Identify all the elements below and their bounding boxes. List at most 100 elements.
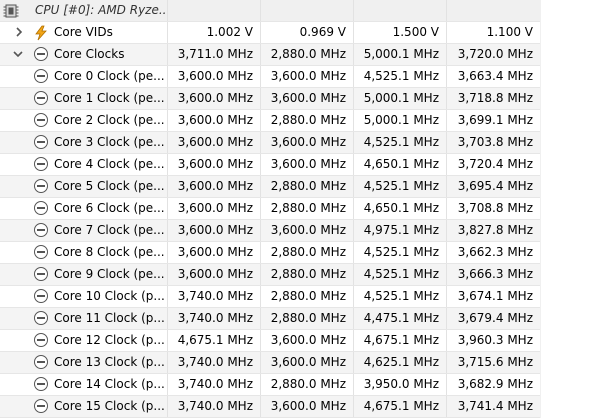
sensor-row-core-clock[interactable]: Core 15 Clock (p... 3,740.0 MHz 3,600.0 MH…: [0, 396, 540, 418]
group-header-row[interactable]: CPU [#0]: AMD Ryze...: [0, 0, 540, 22]
group-header-label: CPU [#0]: AMD Ryze...: [35, 3, 168, 17]
current-value: 3,740.0 MHz: [168, 286, 261, 307]
avg-value: 3,708.8 MHz: [457, 201, 533, 215]
sensor-row-core-clock[interactable]: Core 11 Clock (p... 3,740.0 MHz 2,880.0 MH…: [0, 308, 540, 330]
current-value: 3,600.0 MHz: [168, 220, 261, 241]
max-value: 5,000.1 MHz: [354, 110, 447, 131]
sensor-label: Core 12 Clock (p...: [54, 333, 165, 347]
sensor-row-core-clock[interactable]: Core 6 Clock (pe... 3,600.0 MHz 2,880.0 MH…: [0, 198, 540, 220]
sensor-label: Core Clocks: [54, 47, 125, 61]
avg-value: 3,674.1 MHz: [457, 289, 533, 303]
current-value: 3,740.0 MHz: [168, 374, 261, 395]
clock-icon: [34, 311, 48, 325]
sensor-row-core-clock[interactable]: Core 13 Clock (p... 3,740.0 MHz 3,600.0 MH…: [0, 352, 540, 374]
sensor-row-core-vids[interactable]: Core VIDs 1.002 V 0.969 V 1.500 V 1.100 …: [0, 22, 540, 44]
sensor-label: Core VIDs: [54, 25, 113, 39]
avg-value: 3,720.4 MHz: [457, 157, 533, 171]
voltage-icon: [35, 25, 47, 41]
sensor-label: Core 11 Clock (p...: [54, 311, 165, 325]
max-value: 5,000.1 MHz: [354, 88, 447, 109]
avg-value: 3,695.4 MHz: [457, 179, 533, 193]
sensor-name-cell: Core 0 Clock (pe...: [0, 66, 168, 87]
max-value: 4,650.1 MHz: [354, 198, 447, 219]
avg-value: 1.100 V: [486, 25, 533, 39]
cpu-chip-icon: [3, 4, 19, 18]
core-clock-rows: Core 0 Clock (pe... 3,600.0 MHz 3,600.0 MH…: [0, 66, 540, 418]
avg-value: 3,827.8 MHz: [457, 223, 533, 237]
sensor-name-cell: Core 9 Clock (pe...: [0, 264, 168, 285]
min-value: 2,880.0 MHz: [261, 176, 354, 197]
sensor-label: Core 4 Clock (pe...: [54, 157, 165, 171]
sensor-label: Core 9 Clock (pe...: [54, 267, 165, 281]
min-value: 2,880.0 MHz: [261, 374, 354, 395]
min-value: 2,880.0 MHz: [261, 44, 354, 65]
sensor-row-core-clock[interactable]: Core 0 Clock (pe... 3,600.0 MHz 3,600.0 MH…: [0, 66, 540, 88]
avg-value: 3,666.3 MHz: [457, 267, 533, 281]
sensor-label: Core 7 Clock (pe...: [54, 223, 165, 237]
clock-icon: [34, 223, 48, 237]
max-value: 4,525.1 MHz: [354, 176, 447, 197]
sensor-row-core-clock[interactable]: Core 12 Clock (p... 4,675.1 MHz 3,600.0 MH…: [0, 330, 540, 352]
avg-value: 3,679.4 MHz: [457, 311, 533, 325]
sensor-name-cell: Core 15 Clock (p...: [0, 396, 168, 417]
sensor-name-cell: Core 11 Clock (p...: [0, 308, 168, 329]
clock-icon: [34, 245, 48, 259]
max-value: 1.500 V: [354, 22, 447, 43]
min-value: 0.969 V: [261, 22, 354, 43]
clock-icon: [34, 113, 48, 127]
min-value: 2,880.0 MHz: [261, 308, 354, 329]
max-value: 4,975.1 MHz: [354, 220, 447, 241]
clock-icon: [34, 91, 48, 105]
current-value: 3,711.0 MHz: [168, 44, 261, 65]
sensor-name-cell: Core 4 Clock (pe...: [0, 154, 168, 175]
avg-value: 3,703.8 MHz: [457, 135, 533, 149]
max-value: 5,000.1 MHz: [354, 44, 447, 65]
avg-value: 3,662.3 MHz: [457, 245, 533, 259]
sensor-label: Core 0 Clock (pe...: [54, 69, 165, 83]
min-value: 3,600.0 MHz: [261, 66, 354, 87]
sensor-label: Core 8 Clock (pe...: [54, 245, 165, 259]
sensor-row-core-clocks[interactable]: Core Clocks 3,711.0 MHz 2,880.0 MHz 5,00…: [0, 44, 540, 66]
current-value: 3,740.0 MHz: [168, 396, 261, 417]
sensor-row-core-clock[interactable]: Core 9 Clock (pe... 3,600.0 MHz 2,880.0 MH…: [0, 264, 540, 286]
max-value: 4,625.1 MHz: [354, 352, 447, 373]
current-value: 3,740.0 MHz: [168, 352, 261, 373]
current-value: 1.002 V: [168, 22, 261, 43]
sensor-row-core-clock[interactable]: Core 7 Clock (pe... 3,600.0 MHz 3,600.0 MH…: [0, 220, 540, 242]
min-value: 3,600.0 MHz: [261, 88, 354, 109]
sensor-row-core-clock[interactable]: Core 5 Clock (pe... 3,600.0 MHz 2,880.0 MH…: [0, 176, 540, 198]
sensor-label: Core 10 Clock (p...: [54, 289, 165, 303]
current-value: 3,600.0 MHz: [168, 154, 261, 175]
sensor-row-core-clock[interactable]: Core 2 Clock (pe... 3,600.0 MHz 2,880.0 MH…: [0, 110, 540, 132]
sensor-label: Core 13 Clock (p...: [54, 355, 165, 369]
chevron-right-icon[interactable]: [14, 27, 24, 37]
max-value: 4,475.1 MHz: [354, 308, 447, 329]
current-value: 4,675.1 MHz: [168, 330, 261, 351]
min-value: 2,880.0 MHz: [261, 286, 354, 307]
chevron-down-icon[interactable]: [13, 49, 23, 59]
min-value: 3,600.0 MHz: [261, 154, 354, 175]
sensor-row-core-clock[interactable]: Core 14 Clock (p... 3,740.0 MHz 2,880.0 MH…: [0, 374, 540, 396]
sensor-name-cell: Core 12 Clock (p...: [0, 330, 168, 351]
max-value: 4,675.1 MHz: [354, 330, 447, 351]
current-value-cell: [168, 0, 261, 21]
min-value: 2,880.0 MHz: [261, 242, 354, 263]
sensor-label: Core 5 Clock (pe...: [54, 179, 165, 193]
clock-icon: [34, 267, 48, 281]
avg-value-cell: [447, 0, 540, 21]
sensor-label: Core 6 Clock (pe...: [54, 201, 165, 215]
min-value-cell: [261, 0, 354, 21]
sensor-name-cell: Core 8 Clock (pe...: [0, 242, 168, 263]
sensor-row-core-clock[interactable]: Core 4 Clock (pe... 3,600.0 MHz 3,600.0 MH…: [0, 154, 540, 176]
sensor-name-cell: Core 1 Clock (pe...: [0, 88, 168, 109]
sensor-row-core-clock[interactable]: Core 1 Clock (pe... 3,600.0 MHz 3,600.0 MH…: [0, 88, 540, 110]
sensor-row-core-clock[interactable]: Core 10 Clock (p... 3,740.0 MHz 2,880.0 MH…: [0, 286, 540, 308]
current-value: 3,600.0 MHz: [168, 242, 261, 263]
min-value: 3,600.0 MHz: [261, 352, 354, 373]
avg-value: 3,960.3 MHz: [457, 333, 533, 347]
clock-icon: [34, 179, 48, 193]
avg-value: 3,718.8 MHz: [457, 91, 533, 105]
current-value: 3,600.0 MHz: [168, 88, 261, 109]
sensor-row-core-clock[interactable]: Core 8 Clock (pe... 3,600.0 MHz 2,880.0 MH…: [0, 242, 540, 264]
sensor-row-core-clock[interactable]: Core 3 Clock (pe... 3,600.0 MHz 3,600.0 MH…: [0, 132, 540, 154]
